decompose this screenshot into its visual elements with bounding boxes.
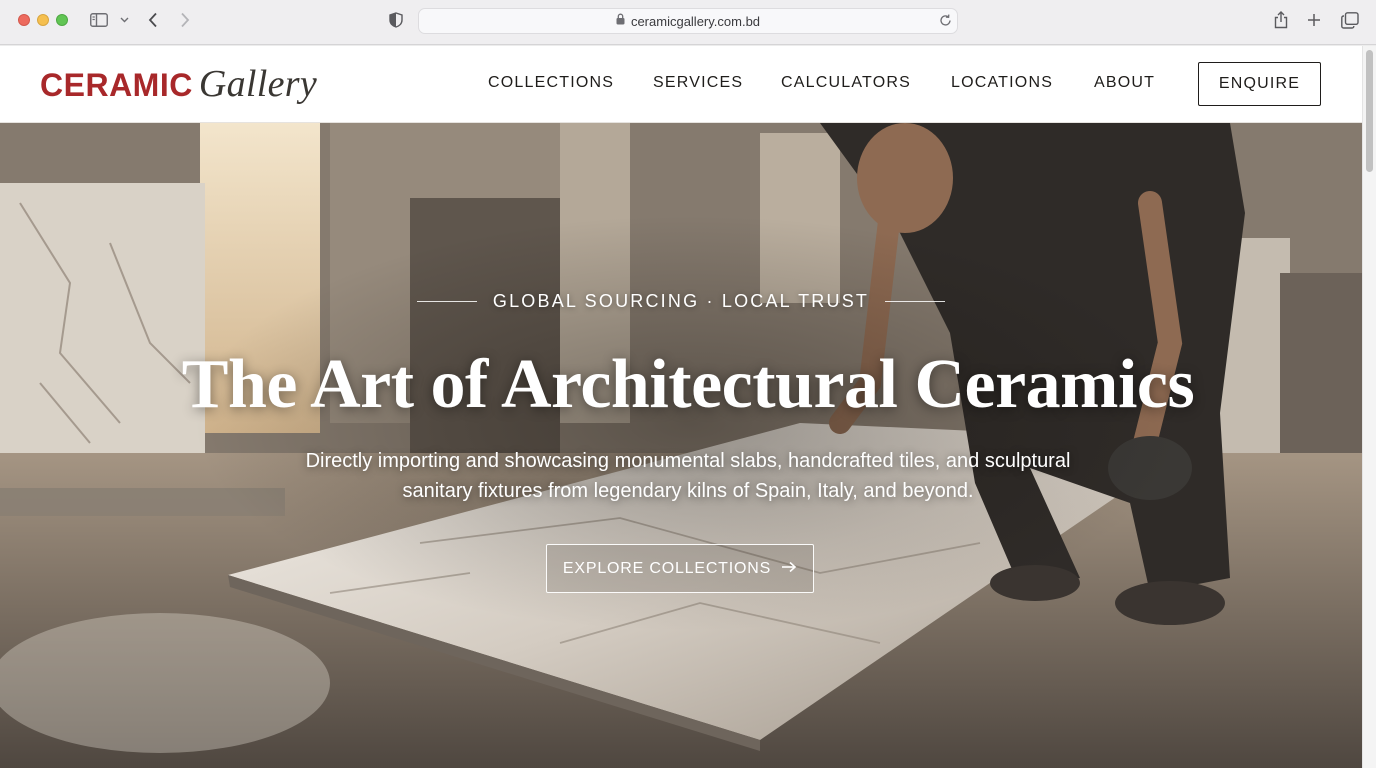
- new-tab-icon[interactable]: [1305, 8, 1323, 32]
- hero-eyebrow: GLOBAL SOURCING · LOCAL TRUST: [0, 291, 1362, 312]
- hero-subtitle: Directly importing and showcasing monume…: [305, 450, 1071, 502]
- page-scrollbar[interactable]: [1362, 46, 1376, 768]
- address-url: ceramicgallery.com.bd: [630, 13, 761, 29]
- share-icon[interactable]: [1272, 8, 1290, 32]
- forward-icon[interactable]: [176, 8, 194, 32]
- eyebrow-rule-left: [416, 301, 477, 302]
- scrollbar-thumb[interactable]: [1366, 50, 1373, 172]
- hero-section: GLOBAL SOURCING · LOCAL TRUST The Art of…: [0, 123, 1362, 768]
- minimize-window-button[interactable]: [37, 14, 49, 26]
- back-icon[interactable]: [144, 8, 162, 32]
- cta-label: EXPLORE COLLECTIONS: [562, 559, 772, 577]
- explore-collections-button[interactable]: EXPLORE COLLECTIONS: [546, 544, 814, 593]
- arrow-right-icon: [781, 560, 797, 578]
- close-window-button[interactable]: [18, 14, 30, 26]
- lock-icon: [616, 12, 625, 30]
- browser-toolbar: ceramicgallery.com.bd: [0, 0, 1376, 45]
- eyebrow-rule-right: [885, 301, 946, 302]
- reload-icon[interactable]: [936, 8, 954, 32]
- nav-about[interactable]: ABOUT: [1094, 74, 1155, 92]
- nav-services[interactable]: SERVICES: [653, 74, 743, 92]
- nav-calculators[interactable]: CALCULATORS: [781, 74, 911, 92]
- tabs-overview-icon[interactable]: [1340, 8, 1360, 32]
- enquire-button[interactable]: ENQUIRE: [1198, 62, 1321, 106]
- sidebar-icon[interactable]: [89, 8, 109, 32]
- site-header: CERAMIC Gallery COLLECTIONS SERVICES CAL…: [0, 46, 1362, 123]
- nav-collections[interactable]: COLLECTIONS: [488, 74, 614, 92]
- address-bar[interactable]: ceramicgallery.com.bd: [418, 8, 958, 34]
- website-viewport: CERAMIC Gallery COLLECTIONS SERVICES CAL…: [0, 46, 1362, 768]
- main-nav: COLLECTIONS SERVICES CALCULATORS LOCATIO…: [0, 46, 1362, 123]
- eyebrow-text: GLOBAL SOURCING · LOCAL TRUST: [492, 291, 870, 311]
- nav-locations[interactable]: LOCATIONS: [951, 74, 1053, 92]
- hero-title: The Art of Architectural Ceramics: [181, 346, 1195, 423]
- privacy-shield-icon[interactable]: [387, 8, 405, 32]
- zoom-window-button[interactable]: [56, 14, 68, 26]
- chevron-down-icon[interactable]: [118, 8, 130, 32]
